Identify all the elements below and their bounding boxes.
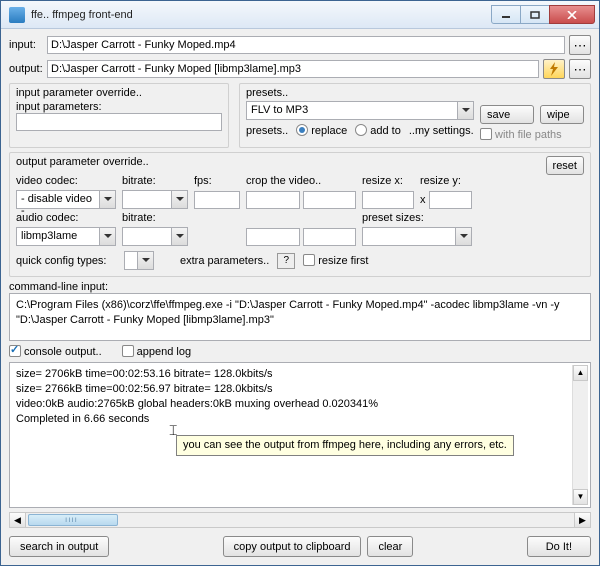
crop-y-field[interactable] <box>303 228 357 246</box>
quick-config-label: quick config types: <box>16 255 116 267</box>
console-line: size= 2706kB time=00:02:53.16 bitrate= 1… <box>16 367 584 382</box>
fps-field[interactable] <box>194 191 240 209</box>
video-codec-label: video codec: <box>16 175 116 187</box>
search-in-output-button[interactable]: search in output <box>9 536 109 557</box>
console-output-check[interactable]: console output.. <box>9 345 102 358</box>
maximize-button[interactable] <box>520 5 550 24</box>
console-line: Completed in 6.66 seconds <box>16 412 584 427</box>
chevron-down-icon[interactable] <box>171 228 187 245</box>
crop-x-field[interactable] <box>246 228 300 246</box>
video-bitrate-select[interactable] <box>122 190 188 209</box>
horizontal-scrollbar[interactable]: ◀ ▶ <box>9 512 591 528</box>
bitrate-label-1: bitrate: <box>122 175 188 187</box>
crop-label: crop the video.. <box>246 175 356 187</box>
output-label: output: <box>9 63 43 75</box>
quick-action-button[interactable] <box>543 59 565 79</box>
reset-button[interactable]: reset <box>546 156 584 175</box>
resize-x-sep: x <box>420 194 426 206</box>
help-icon[interactable]: ? <box>277 253 295 269</box>
input-params-field[interactable] <box>16 113 222 131</box>
chevron-down-icon[interactable] <box>455 228 471 245</box>
titlebar[interactable]: ffe.. ffmpeg front-end <box>1 1 599 29</box>
audio-codec-select[interactable]: libmp3lame <box>16 227 116 246</box>
presets-line2: presets.. <box>246 125 288 137</box>
addto-radio[interactable]: add to <box>355 124 401 137</box>
preset-select[interactable]: FLV to MP3 <box>246 101 474 120</box>
output-override-group: output parameter override.. <box>16 156 149 168</box>
app-window: ffe.. ffmpeg front-end input: output: <box>0 0 600 566</box>
append-log-check[interactable]: append log <box>122 345 191 358</box>
bitrate-label-2: bitrate: <box>122 212 188 224</box>
preset-sizes-label: preset sizes: <box>362 212 472 224</box>
my-settings-label: ..my settings. <box>409 125 474 137</box>
presets-group: presets.. <box>246 87 474 99</box>
chevron-down-icon[interactable] <box>457 102 473 119</box>
extra-params-label: extra parameters.. <box>180 255 269 267</box>
resizex-field[interactable] <box>362 191 414 209</box>
browse-output-button[interactable] <box>569 59 591 79</box>
close-button[interactable] <box>549 5 595 24</box>
chevron-down-icon[interactable] <box>99 228 115 245</box>
video-codec-select[interactable]: - disable video - <box>16 190 116 209</box>
console-line: size= 2766kB time=00:02:56.97 bitrate= 1… <box>16 382 584 397</box>
input-path[interactable] <box>47 36 565 54</box>
scroll-up-icon[interactable]: ▲ <box>573 365 588 381</box>
input-label: input: <box>9 39 43 51</box>
do-it-button[interactable]: Do It! <box>527 536 591 557</box>
window-title: ffe.. ffmpeg front-end <box>31 9 492 21</box>
console-line: video:0kB audio:2765kB global headers:0k… <box>16 397 584 412</box>
app-icon <box>9 7 25 23</box>
scroll-left-icon[interactable]: ◀ <box>10 513 26 527</box>
chevron-down-icon[interactable] <box>171 191 187 208</box>
scroll-right-icon[interactable]: ▶ <box>574 513 590 527</box>
save-button[interactable]: save <box>480 105 534 124</box>
input-params-label: input parameters: <box>16 101 222 113</box>
crop-h-field[interactable] <box>303 191 357 209</box>
fps-label: fps: <box>194 175 240 187</box>
minimize-button[interactable] <box>491 5 521 24</box>
preset-selected: FLV to MP3 <box>247 102 457 119</box>
cli-label: command-line input: <box>9 281 591 293</box>
input-override-group: input parameter override.. <box>16 87 222 99</box>
resizey-label: resize y: <box>420 175 472 187</box>
resizex-label: resize x: <box>362 175 414 187</box>
copy-output-button[interactable]: copy output to clipboard <box>223 536 362 557</box>
browse-input-button[interactable] <box>569 35 591 55</box>
tooltip: you can see the output from ffmpeg here,… <box>176 435 514 456</box>
chevron-down-icon[interactable] <box>99 191 115 208</box>
resize-first-check[interactable]: resize first <box>303 254 368 267</box>
preset-sizes-select[interactable] <box>362 227 472 246</box>
with-file-paths-check[interactable]: with file paths <box>480 128 534 141</box>
audio-codec-label: audio codec: <box>16 212 116 224</box>
output-path[interactable] <box>47 60 539 78</box>
scroll-thumb[interactable] <box>28 514 118 526</box>
cli-input[interactable]: C:\Program Files (x86)\corz\ffe\ffmpeg.e… <box>9 293 591 341</box>
text-caret-icon <box>172 421 173 435</box>
scroll-down-icon[interactable]: ▼ <box>573 489 588 505</box>
crop-w-field[interactable] <box>246 191 300 209</box>
vertical-scrollbar[interactable]: ▲ ▼ <box>572 365 588 505</box>
chevron-down-icon[interactable] <box>137 252 153 269</box>
wipe-button[interactable]: wipe <box>540 105 584 124</box>
replace-radio[interactable]: replace <box>296 124 347 137</box>
resizey-field[interactable] <box>429 191 473 209</box>
quick-config-select[interactable] <box>124 251 154 270</box>
console-output[interactable]: size= 2706kB time=00:02:53.16 bitrate= 1… <box>9 362 591 508</box>
clear-button[interactable]: clear <box>367 536 413 557</box>
audio-bitrate-select[interactable] <box>122 227 188 246</box>
